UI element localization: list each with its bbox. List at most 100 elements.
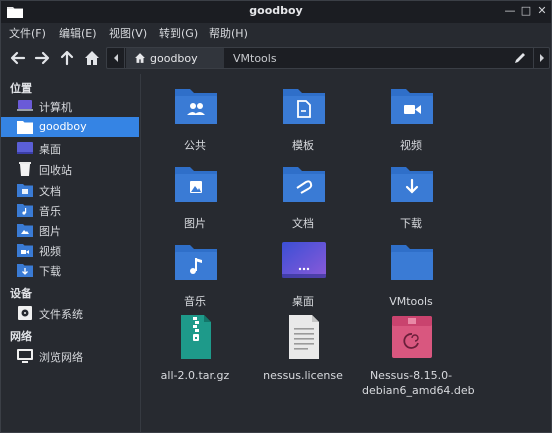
- chevron-right-icon: [540, 54, 544, 62]
- sidebar-item-browse-network[interactable]: 浏览网络: [1, 346, 139, 366]
- sidebar-item-label: 文件系统: [39, 308, 83, 321]
- sidebar-item-documents[interactable]: 文档: [1, 180, 139, 200]
- file-item-vmtools[interactable]: VMtools: [362, 240, 460, 318]
- toolbar: goodboy VMtools: [1, 43, 551, 73]
- pictures-folder-icon: [175, 167, 217, 202]
- menu-view[interactable]: 视图(V): [109, 25, 147, 41]
- file-item-documents[interactable]: 文档: [254, 162, 352, 240]
- sidebar-item-label: 浏览网络: [39, 351, 83, 364]
- documents-folder-icon: [17, 184, 33, 197]
- chevron-left-icon: [114, 54, 118, 62]
- menu-go[interactable]: 转到(G): [159, 25, 198, 41]
- path-bar: goodboy VMtools: [106, 47, 550, 69]
- file-item-desktop[interactable]: 桌面: [254, 240, 352, 318]
- sidebar-header-devices: 设备: [10, 287, 32, 300]
- forward-arrow-icon[interactable]: [32, 48, 52, 68]
- music-folder-icon: [17, 204, 33, 217]
- back-arrow-icon[interactable]: [8, 48, 28, 68]
- file-name: 桌面: [292, 295, 314, 308]
- pictures-folder-icon: [17, 224, 33, 237]
- sidebar-item-music[interactable]: 音乐: [1, 200, 139, 220]
- archive-icon: [181, 315, 211, 359]
- file-item-public[interactable]: 公共: [146, 84, 244, 162]
- title-bar[interactable]: goodboy — □ ✕: [1, 1, 551, 23]
- sidebar-item-trash[interactable]: 回收站: [1, 159, 139, 179]
- file-manager-window: goodboy — □ ✕ 文件(F) 编辑(E) 视图(V) 转到(G) 帮助…: [0, 0, 552, 433]
- menu-help[interactable]: 帮助(H): [209, 25, 248, 41]
- sidebar-item-goodboy[interactable]: goodboy: [1, 117, 139, 137]
- sidebar: 位置 计算机 goodboy 桌面 回收站 文档 音乐 图片 视频 下载 设备 …: [1, 74, 141, 432]
- sidebar-header-network: 网络: [10, 330, 32, 343]
- sidebar-item-downloads[interactable]: 下载: [1, 260, 139, 280]
- file-name: VMtools: [389, 295, 433, 308]
- sidebar-item-videos[interactable]: 视频: [1, 240, 139, 260]
- breadcrumb-goodboy[interactable]: goodboy: [126, 48, 224, 68]
- breadcrumb-vmtools[interactable]: VMtools: [225, 48, 283, 68]
- sidebar-item-label: 文档: [39, 185, 61, 198]
- file-name: nessus.license: [263, 369, 343, 382]
- file-item-deb-package[interactable]: Nessus-8.15.0-debian6_amd64.deb: [362, 314, 475, 397]
- file-name: Nessus-8.15.0-debian6_amd64.deb: [362, 369, 475, 397]
- filesystem-icon: [18, 306, 32, 320]
- public-folder-icon: [175, 89, 217, 124]
- breadcrumb-label: VMtools: [233, 52, 277, 65]
- text-file-icon: [289, 315, 319, 359]
- videos-folder-icon: [391, 89, 433, 124]
- file-name: 文档: [292, 217, 314, 230]
- file-name: 视频: [400, 139, 422, 152]
- sidebar-header-places: 位置: [10, 82, 32, 95]
- computer-icon: [17, 100, 33, 111]
- home-icon[interactable]: [82, 48, 102, 68]
- downloads-folder-icon: [17, 264, 33, 277]
- home-icon: [135, 53, 145, 63]
- sidebar-item-computer[interactable]: 计算机: [1, 96, 139, 116]
- sidebar-item-desktop[interactable]: 桌面: [1, 138, 139, 158]
- sidebar-item-label: 回收站: [39, 164, 72, 177]
- file-item-license[interactable]: nessus.license: [254, 314, 352, 392]
- file-name: 模板: [292, 139, 314, 152]
- path-scroll-left-button[interactable]: [107, 48, 125, 68]
- path-scroll-right-button[interactable]: [533, 48, 549, 68]
- file-view: 公共 模板 视频 图片 文档 下载 音乐 桌面 VMtools all-2.0.…: [142, 74, 551, 432]
- file-item-music[interactable]: 音乐: [146, 240, 244, 318]
- pencil-icon: [515, 53, 525, 63]
- up-arrow-icon[interactable]: [57, 48, 77, 68]
- file-name: 下载: [400, 217, 422, 230]
- desktop-icon: [17, 142, 33, 154]
- close-icon[interactable]: ✕: [535, 4, 549, 18]
- edit-location-button[interactable]: [509, 48, 531, 68]
- videos-folder-icon: [17, 244, 33, 257]
- sidebar-item-label: 音乐: [39, 205, 61, 218]
- file-name: all-2.0.tar.gz: [160, 369, 230, 382]
- file-item-pictures[interactable]: 图片: [146, 162, 244, 240]
- file-item-videos[interactable]: 视频: [362, 84, 460, 162]
- file-name: 公共: [184, 139, 206, 152]
- sidebar-item-label: 计算机: [39, 101, 72, 114]
- breadcrumb-label: goodboy: [150, 52, 198, 65]
- trash-icon: [19, 162, 31, 176]
- file-name: 音乐: [184, 295, 206, 308]
- file-item-archive[interactable]: all-2.0.tar.gz: [146, 314, 244, 392]
- downloads-folder-icon: [391, 167, 433, 202]
- desktop-folder-icon: [282, 242, 326, 278]
- file-item-downloads[interactable]: 下载: [362, 162, 460, 240]
- sidebar-item-label: 下载: [39, 265, 61, 278]
- file-item-templates[interactable]: 模板: [254, 84, 352, 162]
- sidebar-item-pictures[interactable]: 图片: [1, 220, 139, 240]
- deb-package-icon: [392, 316, 432, 358]
- menu-edit[interactable]: 编辑(E): [59, 25, 97, 41]
- music-folder-icon: [175, 245, 217, 280]
- sidebar-item-label: 桌面: [39, 143, 61, 156]
- templates-folder-icon: [283, 89, 325, 124]
- sidebar-item-label: 图片: [39, 225, 61, 238]
- sidebar-item-filesystem[interactable]: 文件系统: [1, 303, 139, 323]
- maximize-icon[interactable]: □: [519, 4, 533, 18]
- network-icon: [17, 349, 33, 363]
- menu-file[interactable]: 文件(F): [9, 25, 46, 41]
- window-title: goodboy: [249, 4, 303, 17]
- minimize-icon[interactable]: —: [503, 4, 517, 18]
- menu-bar: 文件(F) 编辑(E) 视图(V) 转到(G) 帮助(H): [1, 23, 551, 43]
- home-folder-icon: [17, 121, 33, 134]
- sidebar-item-label: goodboy: [39, 120, 87, 133]
- folder-icon: [391, 245, 433, 280]
